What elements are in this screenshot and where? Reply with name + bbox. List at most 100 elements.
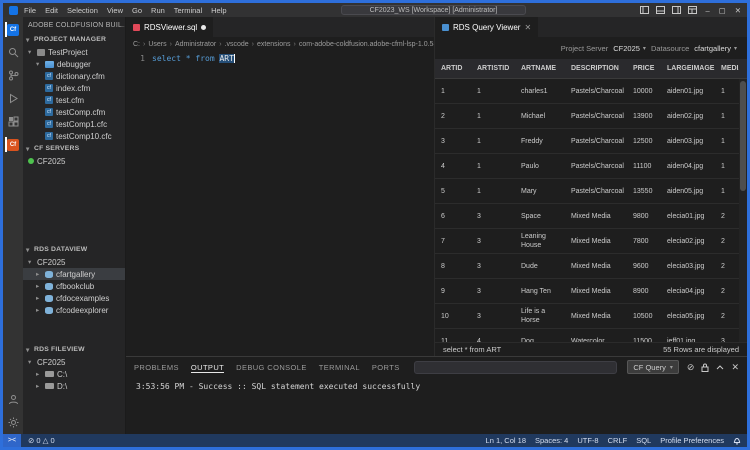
server-item[interactable]: CF2025 <box>23 155 125 167</box>
remote-indicator-icon[interactable]: >< <box>3 434 21 447</box>
menu-terminal[interactable]: Terminal <box>174 6 202 15</box>
profile-preferences[interactable]: Profile Preferences <box>660 436 724 445</box>
menu-go[interactable]: Go <box>132 6 142 15</box>
source-control-icon[interactable] <box>5 68 21 83</box>
tab-rdsviewer-sql[interactable]: RDSViewer.sql <box>126 17 215 37</box>
settings-gear-icon[interactable] <box>5 415 21 430</box>
tab-rds-query-viewer[interactable]: RDS Query Viewer ✕ <box>435 17 540 37</box>
problems-status[interactable]: ⊘ 0 △ 0 <box>28 436 55 445</box>
tab-debug-console[interactable]: DEBUG CONSOLE <box>236 363 307 372</box>
output-content[interactable]: 3:53:56 PM - Success :: SQL statement ex… <box>126 377 747 434</box>
table-row[interactable]: 10 3 Life is a Horse Mixed Media 10500 elecia… <box>435 304 747 329</box>
breadcrumb-item[interactable]: C: <box>133 41 140 48</box>
breadcrumb-item[interactable]: com-adobe-coldfusion.adobe-cfml-lsp-1.0.… <box>299 41 434 48</box>
table-row[interactable]: 1 1 charles1 Pastels/Charcoal 10000 aiden01.j… <box>435 79 747 104</box>
datasource-item-cfcodeexplorer[interactable]: ▸ cfcodeexplorer <box>23 304 125 316</box>
column-header-description[interactable]: DESCRIPTION <box>565 64 627 73</box>
eol-sequence[interactable]: CRLF <box>608 436 628 445</box>
language-mode[interactable]: SQL <box>636 436 651 445</box>
column-header-artname[interactable]: ARTNAME <box>515 64 565 73</box>
datasource-item-cfdocexamples[interactable]: ▸ cfdocexamples <box>23 292 125 304</box>
toggle-panel-icon[interactable] <box>656 6 666 14</box>
output-filter-input[interactable] <box>413 360 618 374</box>
menu-help[interactable]: Help <box>211 6 226 15</box>
column-header-largeimage[interactable]: LARGEIMAGE <box>661 64 715 73</box>
menu-selection[interactable]: Selection <box>67 6 98 15</box>
close-icon[interactable]: ✕ <box>524 23 531 32</box>
close-button[interactable]: ✕ <box>735 6 741 15</box>
datasource-item-cfbookclub[interactable]: ▸ cfbookclub <box>23 280 125 292</box>
breadcrumb-item[interactable]: Administrator <box>175 41 216 48</box>
indentation[interactable]: Spaces: 4 <box>535 436 568 445</box>
notifications-bell-icon[interactable] <box>733 436 741 445</box>
toggle-secondary-sidebar-icon[interactable] <box>672 6 682 14</box>
tree-item-file[interactable]: cf testComp1.cfc <box>23 118 125 130</box>
column-header-artid[interactable]: ARTID <box>435 64 471 73</box>
run-debug-icon[interactable] <box>5 91 21 106</box>
lock-scroll-icon[interactable] <box>701 363 709 372</box>
table-row[interactable]: 8 3 Dude Mixed Media 9600 elecia03.jpg 2 <box>435 254 747 279</box>
drive-item-c[interactable]: ▸ C:\ <box>23 368 125 380</box>
rds-fileview-header[interactable]: ▾ RDS FILEVIEW <box>23 343 125 356</box>
maximize-button[interactable]: ▢ <box>719 6 726 15</box>
tree-item-file[interactable]: cf test.cfm <box>23 94 125 106</box>
coldfusion-builder-icon[interactable]: Cf <box>5 22 21 37</box>
extensions-icon[interactable] <box>5 114 21 129</box>
dataview-root[interactable]: ▾ CF2025 <box>23 256 125 268</box>
table-row[interactable]: 4 1 Paulo Pastels/Charcoal 11100 aiden04.jpg 1 <box>435 154 747 179</box>
toggle-sidebar-icon[interactable] <box>640 6 650 14</box>
table-cell: Pastels/Charcoal <box>571 137 624 145</box>
tree-item-file[interactable]: cf index.cfm <box>23 82 125 94</box>
window-title[interactable]: CF2023_WS [Workspace] [Administrator] <box>340 5 527 15</box>
scrollbar-thumb[interactable] <box>740 81 746 191</box>
breadcrumb-item[interactable]: extensions <box>257 41 290 48</box>
clear-output-icon[interactable]: ⊘ <box>687 362 695 372</box>
vertical-scrollbar[interactable] <box>739 79 747 342</box>
project-manager-header[interactable]: ▾ PROJECT MANAGER <box>23 33 125 46</box>
table-row[interactable]: 11 4 Dog Watercolor 11500 jeff01.jpg 3 <box>435 329 747 343</box>
tree-item-file[interactable]: cf testComp.cfm <box>23 106 125 118</box>
tree-item-file[interactable]: cf testComp10.cfc <box>23 130 125 142</box>
drive-item-d[interactable]: ▸ D:\ <box>23 380 125 392</box>
customize-layout-icon[interactable] <box>688 6 698 14</box>
table-row[interactable]: 7 3 Leaning House Mixed Media 7800 elecia02.j… <box>435 229 747 254</box>
search-icon[interactable] <box>5 45 21 60</box>
menu-file[interactable]: File <box>24 6 36 15</box>
table-row[interactable]: 2 1 Michael Pastels/Charcoal 13900 aiden02.jp… <box>435 104 747 129</box>
cursor-position[interactable]: Ln 1, Col 18 <box>486 436 526 445</box>
tab-problems[interactable]: PROBLEMS <box>134 363 179 372</box>
menu-run[interactable]: Run <box>151 6 165 15</box>
encoding[interactable]: UTF-8 <box>577 436 598 445</box>
column-header-price[interactable]: PRICE <box>627 64 661 73</box>
table-row[interactable]: 3 1 Freddy Pastels/Charcoal 12500 aiden03.jpg… <box>435 129 747 154</box>
close-panel-icon[interactable]: ✕ <box>731 362 739 372</box>
server-dropdown[interactable]: CF2025 ▾ <box>613 44 646 53</box>
rds-dataview-header[interactable]: ▾ RDS DATAVIEW <box>23 243 125 256</box>
column-header-artistid[interactable]: ARTISTID <box>471 64 515 73</box>
code-editor[interactable]: 1 select * from ART <box>126 51 434 356</box>
breadcrumb-item[interactable]: .vscode <box>225 41 249 48</box>
tree-item-folder[interactable]: ▾ debugger <box>23 58 125 70</box>
tab-output[interactable]: OUTPUT <box>191 363 224 372</box>
fileview-root[interactable]: ▾ CF2025 <box>23 356 125 368</box>
table-row[interactable]: 9 3 Hang Ten Mixed Media 8900 elecia04.jpg 2 <box>435 279 747 304</box>
tree-item-file[interactable]: cf dictionary.cfm <box>23 70 125 82</box>
modified-dot-icon[interactable] <box>201 24 207 30</box>
column-header-mediaid[interactable]: MEDIAID <box>715 64 739 73</box>
tree-item-project[interactable]: ▾ TestProject <box>23 46 125 58</box>
datasource-dropdown[interactable]: cfartgallery ▾ <box>694 44 737 53</box>
coldfusion-server-icon[interactable]: Cf <box>5 137 21 152</box>
menu-view[interactable]: View <box>107 6 123 15</box>
table-row[interactable]: 5 1 Mary Pastels/Charcoal 13550 aiden05.jpg 1 <box>435 179 747 204</box>
tab-ports[interactable]: PORTS <box>372 363 400 372</box>
minimize-button[interactable]: – <box>705 6 709 15</box>
datasource-item-cfartgallery[interactable]: ▸ cfartgallery <box>23 268 125 280</box>
tab-terminal[interactable]: TERMINAL <box>319 363 360 372</box>
breadcrumb-item[interactable]: Users <box>148 41 166 48</box>
maximize-panel-icon[interactable] <box>716 364 724 370</box>
accounts-icon[interactable] <box>5 392 21 407</box>
output-channel-dropdown[interactable]: CF Query ▾ <box>627 360 679 374</box>
menu-edit[interactable]: Edit <box>45 6 58 15</box>
table-row[interactable]: 6 3 Space Mixed Media 9800 elecia01.jpg 2 <box>435 204 747 229</box>
cf-servers-header[interactable]: ▾ CF SERVERS <box>23 142 125 155</box>
